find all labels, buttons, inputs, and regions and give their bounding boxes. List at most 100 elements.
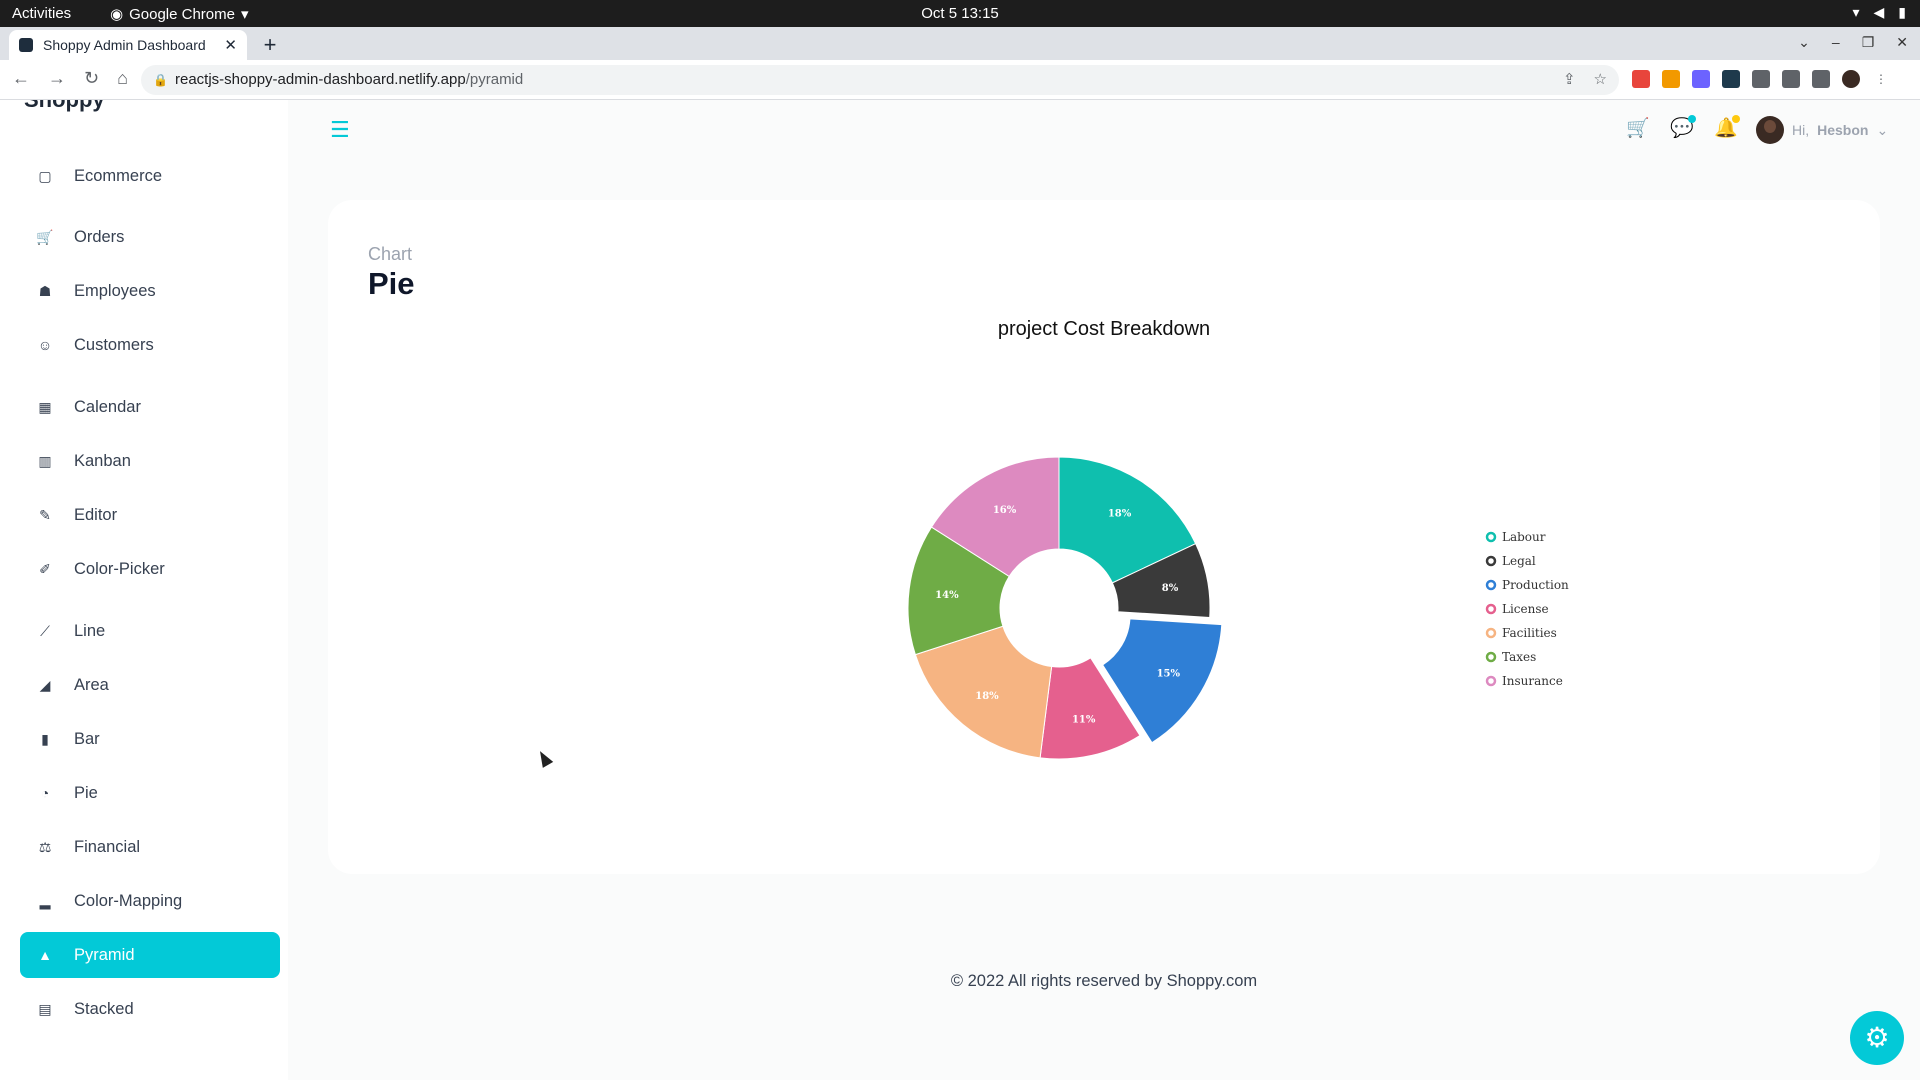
- user-profile-menu[interactable]: Hi, Hesbon ⌄: [1756, 116, 1888, 144]
- legend-label: Facilities: [1502, 626, 1557, 640]
- sidebar-item-bar[interactable]: ▮ Bar: [20, 716, 280, 762]
- reload-icon[interactable]: ↻: [84, 68, 99, 89]
- notification-button[interactable]: 🔔: [1714, 115, 1740, 140]
- sidebar-item-line[interactable]: ⟋ Line: [20, 608, 280, 654]
- sidebar-item-employees[interactable]: ☗ Employees: [20, 268, 280, 314]
- address-bar[interactable]: 🔒 reactjs-shoppy-admin-dashboard.netlify…: [141, 65, 1619, 95]
- legend-item-insurance[interactable]: Insurance: [1485, 674, 1563, 688]
- sidebar-item-label: Editor: [74, 505, 118, 524]
- sidebar-item-customers[interactable]: ☺ Customers: [20, 322, 280, 368]
- sidebar-item-label: Employees: [74, 281, 156, 300]
- legend-marker-icon: [1485, 675, 1497, 687]
- side-panel-icon[interactable]: [1812, 70, 1830, 88]
- minimize-icon[interactable]: –: [1832, 34, 1840, 51]
- clock[interactable]: Oct 5 13:15: [0, 5, 1920, 22]
- sidebar-item-color-picker[interactable]: ✐ Color-Picker: [20, 546, 280, 592]
- sidebar-item-label: Bar: [74, 729, 100, 748]
- legend-label: Taxes: [1502, 650, 1536, 664]
- legend-label: Production: [1502, 578, 1569, 592]
- legend-label: Insurance: [1502, 674, 1563, 688]
- sidebar-item-label: Area: [74, 675, 109, 694]
- sidebar-item-color-mapping[interactable]: ▂ Color-Mapping: [20, 878, 280, 924]
- legend-item-facilities[interactable]: Facilities: [1485, 626, 1557, 640]
- back-icon[interactable]: ←: [12, 68, 30, 89]
- system-tray[interactable]: ▾ ◀ ▮: [1852, 4, 1906, 21]
- share-icon[interactable]: ⇪: [1563, 65, 1576, 95]
- area-chart-icon: ◢: [39, 677, 51, 693]
- home-icon[interactable]: ⌂: [117, 68, 128, 89]
- sidebar-item-label: Orders: [74, 227, 125, 246]
- notification-badge: [1732, 115, 1740, 123]
- extensions-bar: ⋮: [1632, 70, 1890, 88]
- data-label: 14%: [935, 590, 959, 601]
- footer-text: © 2022 All rights reserved by Shoppy.com: [950, 972, 1258, 990]
- stacked-chart-icon: ▤: [38, 1001, 52, 1017]
- nav-buttons: ← → ↻ ⌂: [12, 68, 128, 89]
- sidebar-item-kanban[interactable]: ▥ Kanban: [20, 438, 280, 484]
- sidebar-item-stacked[interactable]: ▤ Stacked: [20, 986, 280, 1032]
- hamburger-menu-button[interactable]: ☰: [330, 118, 354, 142]
- data-label: 18%: [975, 691, 999, 702]
- calendar-icon: ▦: [38, 399, 52, 415]
- bar-chart-icon: ▮: [41, 731, 49, 747]
- kebab-menu-icon[interactable]: ⋮: [1872, 70, 1890, 88]
- profile-avatar-icon[interactable]: [1842, 70, 1860, 88]
- close-tab-icon[interactable]: ✕: [224, 36, 237, 54]
- settings-button[interactable]: ⚙: [1850, 1011, 1904, 1065]
- logo[interactable]: Shoppy: [24, 100, 105, 113]
- sidebar-item-financial[interactable]: ⚖ Financial: [20, 824, 280, 870]
- sidebar-item-label: Color-Picker: [74, 559, 165, 578]
- sidebar-item-calendar[interactable]: ▦ Calendar: [20, 384, 280, 430]
- sidebar: Shoppy ▢ Ecommerce 🛒 Orders ☗ Employees ☺ Custo…: [0, 100, 288, 1080]
- extension-icon[interactable]: [1692, 70, 1710, 88]
- reading-list-icon[interactable]: [1782, 70, 1800, 88]
- url-path: /pyramid: [465, 71, 524, 88]
- sidebar-item-pie[interactable]: ◔ Pie: [20, 770, 280, 816]
- customers-icon: ☺: [37, 337, 53, 353]
- extension-icon[interactable]: [1632, 70, 1650, 88]
- browser-tab-strip: Shoppy Admin Dashboard ✕ + ⌄ – ❐ ✕: [0, 27, 1920, 60]
- wifi-icon: ▾: [1852, 4, 1860, 20]
- sidebar-item-pyramid[interactable]: ▲ Pyramid: [20, 932, 280, 978]
- greeting: Hi,: [1792, 122, 1810, 138]
- color-mapping-icon: ▂: [39, 893, 51, 909]
- tab-search-icon[interactable]: ⌄: [1798, 34, 1810, 51]
- restore-icon[interactable]: ❐: [1862, 34, 1875, 51]
- sidebar-item-area[interactable]: ◢ Area: [20, 662, 280, 708]
- url-host: reactjs-shoppy-admin-dashboard.netlify.a…: [175, 71, 466, 88]
- chat-badge: [1688, 115, 1696, 123]
- chat-button[interactable]: 💬: [1670, 115, 1696, 140]
- user-name: Hesbon: [1817, 122, 1869, 138]
- extension-icon[interactable]: [1662, 70, 1680, 88]
- chart-card: Chart Pie project Cost Breakdown 18% 8% 15…: [328, 200, 1880, 874]
- puzzle-icon[interactable]: [1752, 70, 1770, 88]
- close-window-icon[interactable]: ✕: [1896, 34, 1908, 51]
- legend-item-production[interactable]: Production: [1485, 578, 1569, 592]
- data-label: 18%: [1108, 509, 1132, 520]
- legend-item-taxes[interactable]: Taxes: [1485, 650, 1536, 664]
- legend-item-license[interactable]: License: [1485, 602, 1549, 616]
- cart-button[interactable]: 🛒: [1626, 118, 1650, 140]
- system-top-bar: Activities ◉ Google Chrome ▾ Oct 5 13:15…: [0, 0, 1920, 27]
- line-chart-icon: ⟋: [40, 623, 50, 639]
- bookmark-star-icon[interactable]: ☆: [1594, 65, 1607, 95]
- sidebar-item-ecommerce[interactable]: ▢ Ecommerce: [20, 153, 280, 199]
- lock-icon[interactable]: 🔒: [153, 65, 168, 95]
- extension-icon[interactable]: [1722, 70, 1740, 88]
- legend-item-legal[interactable]: Legal: [1485, 554, 1536, 568]
- edit-icon: ✎: [39, 507, 51, 523]
- data-label: 8%: [1162, 583, 1179, 594]
- sidebar-item-orders[interactable]: 🛒 Orders: [20, 214, 280, 260]
- new-tab-button[interactable]: +: [256, 31, 284, 59]
- sidebar-item-editor[interactable]: ✎ Editor: [20, 492, 280, 538]
- legend-label: License: [1502, 602, 1549, 616]
- browser-tab[interactable]: Shoppy Admin Dashboard ✕: [9, 30, 247, 60]
- sidebar-item-label: Line: [74, 621, 106, 640]
- sidebar-item-label: Color-Mapping: [74, 891, 183, 910]
- forward-icon[interactable]: →: [48, 68, 66, 89]
- tab-title: Shoppy Admin Dashboard: [43, 37, 206, 53]
- header-actions: 🛒 💬 🔔: [1626, 115, 1740, 140]
- legend-item-labour[interactable]: Labour: [1485, 530, 1546, 544]
- financial-icon: ⚖: [38, 839, 52, 855]
- sidebar-item-label: Financial: [74, 837, 141, 856]
